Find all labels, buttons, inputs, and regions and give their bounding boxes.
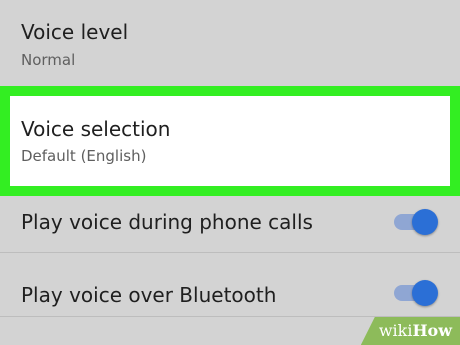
divider	[0, 252, 460, 253]
settings-list: Voice level Normal Voice selection Defau…	[0, 0, 460, 345]
watermark-how: How	[412, 321, 452, 340]
bluetooth-setting[interactable]: Play voice over Bluetooth	[0, 262, 460, 324]
bluetooth-title: Play voice over Bluetooth	[21, 283, 277, 307]
phone-calls-title: Play voice during phone calls	[21, 210, 313, 234]
voice-level-value: Normal	[21, 51, 76, 69]
bluetooth-toggle[interactable]	[394, 280, 438, 306]
voice-selection-setting[interactable]: Voice selection Default (English)	[0, 86, 460, 196]
divider	[0, 316, 460, 317]
voice-level-setting[interactable]: Voice level Normal	[0, 0, 460, 88]
wikihow-watermark: wikiHow	[360, 317, 460, 345]
toggle-thumb	[412, 209, 438, 235]
voice-level-title: Voice level	[21, 20, 129, 44]
voice-selection-value: Default (English)	[21, 147, 147, 165]
toggle-thumb	[412, 280, 438, 306]
watermark-wiki: wiki	[378, 321, 413, 340]
phone-calls-setting[interactable]: Play voice during phone calls	[0, 196, 460, 252]
phone-calls-toggle[interactable]	[394, 209, 438, 235]
voice-selection-title: Voice selection	[21, 117, 171, 141]
